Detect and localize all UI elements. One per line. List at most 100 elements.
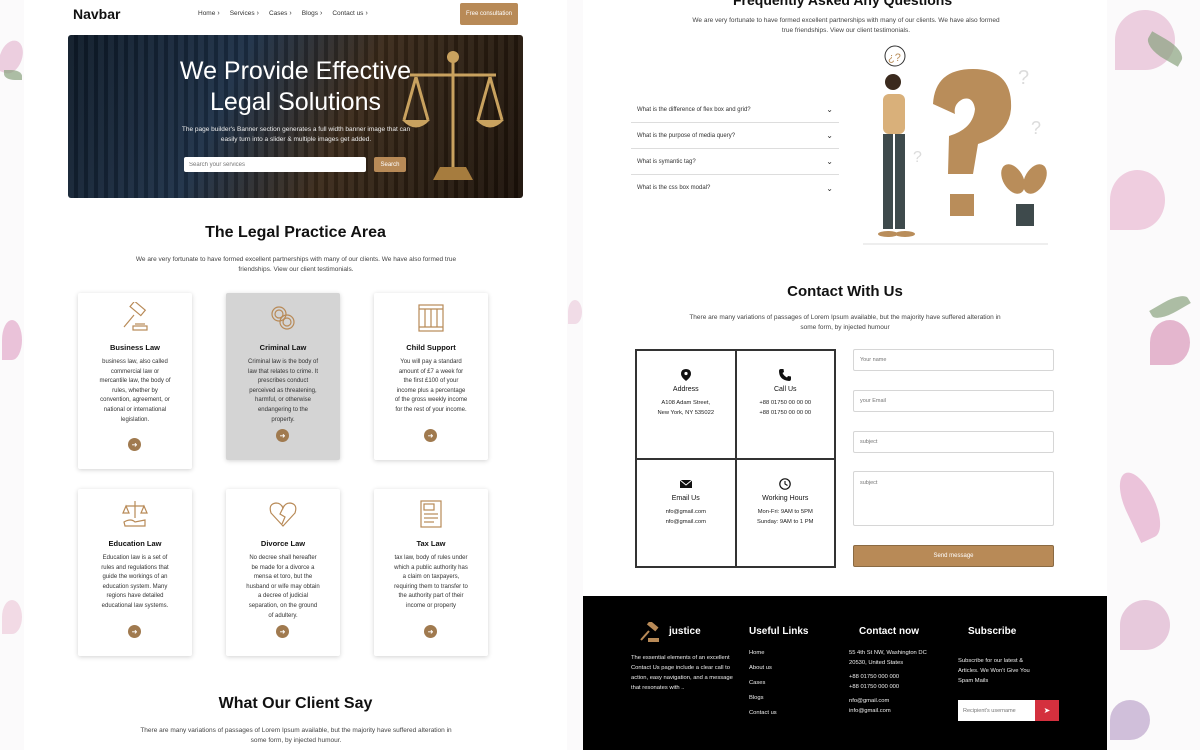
contact-info-grid: Address A108 Adam Street, New York, NY 53…	[635, 349, 836, 568]
faq-item[interactable]: What is the difference of flex box and g…	[631, 97, 839, 123]
nav-services[interactable]: Services ›	[230, 10, 259, 17]
nav-home[interactable]: Home ›	[198, 10, 220, 17]
footer-link-home[interactable]: Home	[749, 648, 777, 663]
email-lines: nfo@gmail.com nfo@gmail.com	[665, 508, 706, 525]
practice-card-tax-law[interactable]: Tax Law tax law, body of rules under whi…	[374, 489, 488, 656]
chevron-down-icon: ⌄	[826, 131, 833, 140]
arrow-right-icon[interactable]: ➜	[276, 625, 289, 638]
footer-link-blogs[interactable]: Blogs	[749, 693, 777, 708]
chevron-down-icon: ⌄	[826, 105, 833, 114]
card-title: Criminal Law	[259, 343, 307, 352]
faq-accordion: What is the difference of flex box and g…	[631, 97, 839, 201]
address-label: Address	[672, 386, 699, 393]
svg-text:?: ?	[913, 149, 922, 166]
chevron-right-icon: ›	[256, 10, 259, 17]
phone-lines: +88 01750 00 00 00 +88 01750 00 00 00	[759, 400, 812, 416]
footer-link-contact[interactable]: Contact us	[749, 708, 777, 723]
hours-lines: Mon-Fri: 9AM to 5PM Sunday: 9AM to 1 PM	[757, 508, 814, 525]
brand-logo[interactable]: Navbar	[73, 6, 120, 22]
chevron-down-icon: ⌄	[826, 183, 833, 193]
card-text: tax law, body of rules under which a pub…	[394, 555, 468, 609]
gavel-logo-icon	[640, 622, 659, 642]
faq-item[interactable]: What is the purpose of media query? ⌄	[631, 123, 839, 149]
subscribe-title: Subscribe	[968, 626, 1017, 637]
search-button[interactable]: Search	[374, 157, 406, 172]
call-label: Call Us	[773, 386, 797, 393]
faq-illustration: ? ? ? ¿?	[863, 45, 1048, 245]
useful-links-title: Useful Links	[749, 626, 809, 637]
service-search-input[interactable]	[184, 157, 366, 172]
hero-title: We Provide Effective Legal Solutions	[179, 57, 412, 116]
subscribe-button[interactable]: ➤	[1035, 700, 1059, 721]
chevron-right-icon: ›	[289, 10, 292, 17]
hero-banner: We Provide Effective Legal Solutions The …	[68, 35, 523, 198]
footer-address: 55 4th St NW, Washington DC 20530, Unite…	[849, 650, 927, 666]
broken-heart-icon	[269, 502, 297, 527]
address-lines: A108 Adam Street, New York, NY 535022	[657, 400, 715, 416]
contact-hours-cell: Working Hours Mon-Fri: 9AM to 5PM Sunday:…	[735, 458, 835, 567]
subscribe-email-input[interactable]	[958, 700, 1035, 721]
chevron-right-icon: ›	[217, 10, 220, 17]
svg-text:?: ?	[1031, 118, 1041, 138]
message-field[interactable]	[853, 471, 1054, 526]
hours-label: Working Hours	[762, 494, 809, 502]
testimonials-title: What Our Client Say	[218, 695, 373, 712]
email-field[interactable]	[853, 390, 1054, 412]
faq-item[interactable]: What is symantic tag? ⌄	[631, 149, 839, 175]
nav-blogs[interactable]: Blogs ›	[302, 10, 323, 17]
svg-text:¿?: ¿?	[888, 52, 901, 64]
free-consultation-button[interactable]: Free consultation	[460, 3, 518, 25]
arrow-right-icon[interactable]: ➜	[424, 429, 437, 442]
card-title: Divorce Law	[260, 539, 306, 548]
arrow-right-icon[interactable]: ➜	[424, 625, 437, 638]
nav-contact[interactable]: Contact us ›	[332, 10, 367, 17]
subscribe-text: Subscribe for our latest & Articles. We …	[958, 658, 1030, 684]
arrow-right-icon[interactable]: ➜	[276, 429, 289, 442]
footer-link-cases[interactable]: Cases	[749, 678, 777, 693]
practice-card-business-law[interactable]: Business Law business law, also called c…	[78, 293, 192, 469]
arrow-right-icon[interactable]: ➜	[128, 438, 141, 451]
contact-address-cell: Address A108 Adam Street, New York, NY 53…	[636, 350, 736, 459]
faq-title: Frequently Asked Any Questions	[733, 0, 953, 8]
nav-cases[interactable]: Cases ›	[269, 10, 292, 17]
email-label: Email Us	[671, 494, 700, 502]
card-text: business law, also called commercial law…	[99, 359, 171, 423]
practice-area-subtitle: We are very fortunate to have formed exc…	[135, 256, 457, 273]
practice-card-criminal-law[interactable]: Criminal Law Criminal law is the body of…	[226, 293, 340, 460]
navbar: Navbar Home › Services › Cases › Blogs › Con…	[24, 0, 567, 30]
arrow-right-icon[interactable]: ➜	[128, 625, 141, 638]
contact-title: Contact With Us	[787, 283, 903, 300]
faq-subtitle: We are very fortunate to have formed exc…	[692, 17, 1000, 34]
card-title: Tax Law	[416, 539, 446, 548]
left-page-panel: Navbar Home › Services › Cases › Blogs › Con…	[24, 0, 567, 750]
jail-icon	[418, 304, 444, 332]
practice-area-title: The Legal Practice Area	[205, 224, 386, 241]
footer-brand[interactable]: justice	[669, 626, 701, 637]
card-title: Child Support	[406, 343, 456, 352]
svg-text:?: ?	[1018, 67, 1029, 89]
useful-links-list: Home About us Cases Blogs Contact us	[749, 648, 777, 723]
scales-hand-icon	[122, 501, 148, 527]
clock-icon	[779, 477, 792, 490]
faq-item[interactable]: What is the css box modal? ⌄	[631, 175, 839, 201]
subject-field[interactable]	[853, 431, 1054, 453]
name-field[interactable]	[853, 349, 1054, 371]
chevron-right-icon: ›	[365, 10, 368, 17]
gavel-icon	[123, 302, 148, 331]
card-text: You will pay a standard amount of £7 a w…	[394, 359, 468, 413]
location-pin-icon	[680, 369, 691, 381]
card-text: Education law is a set of rules and regu…	[101, 555, 169, 609]
card-text: No decree shall hereafter be made for a …	[246, 555, 320, 619]
practice-card-child-support[interactable]: Child Support You will pay a standard am…	[374, 293, 488, 460]
send-message-button[interactable]: Send message	[853, 545, 1054, 567]
practice-card-education-law[interactable]: Education Law Education law is a set of …	[78, 489, 192, 656]
contact-call-cell: Call Us +88 01750 00 00 00 +88 01750 00 0…	[735, 350, 835, 459]
footer-link-about[interactable]: About us	[749, 663, 777, 678]
contact-email-cell: Email Us nfo@gmail.com nfo@gmail.com	[636, 458, 736, 567]
chevron-down-icon: ⌄	[826, 157, 833, 166]
nav-links: Home › Services › Cases › Blogs › Contact us…	[198, 10, 368, 17]
footer-about: The essential elements of an excellent C…	[631, 655, 733, 691]
footer-phones: +88 01750 000 000 +88 01750 000 000	[849, 674, 900, 690]
chevron-right-icon: ›	[320, 10, 323, 17]
practice-card-divorce-law[interactable]: Divorce Law No decree shall hereafter be…	[226, 489, 340, 656]
